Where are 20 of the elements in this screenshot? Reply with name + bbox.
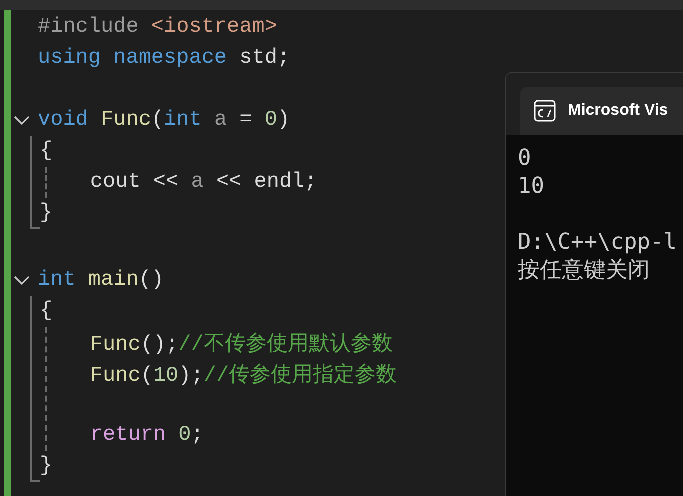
console-tab[interactable]: Microsoft Vis: [520, 87, 683, 135]
code-line: Func();//不传参使用默认参数: [89, 332, 393, 356]
code-line: int main(): [38, 269, 164, 292]
code-line: cout << a << endl;: [89, 171, 318, 194]
code-line: return 0;: [89, 424, 204, 447]
console-output-line: D:\C++\cpp-l: [518, 229, 678, 257]
console-output-line: 按任意键关闭: [518, 257, 651, 285]
code-line: }: [40, 455, 53, 478]
code-line: using namespace std;: [38, 47, 290, 70]
collapse-chevron-icon[interactable]: [14, 276, 30, 286]
collapse-chevron-icon[interactable]: [14, 116, 30, 126]
code-line: }: [40, 202, 53, 225]
code-line: {: [40, 140, 53, 163]
terminal-icon: [534, 100, 556, 122]
console-output-line: 0: [518, 145, 532, 173]
code-line: Func(10);//传参使用指定参数: [89, 362, 398, 388]
console-output-line: 10: [518, 173, 546, 201]
code-line: #include <iostream>: [38, 16, 278, 39]
code-line: {: [40, 300, 53, 323]
code-line: void Func(int a = 0): [38, 109, 290, 132]
